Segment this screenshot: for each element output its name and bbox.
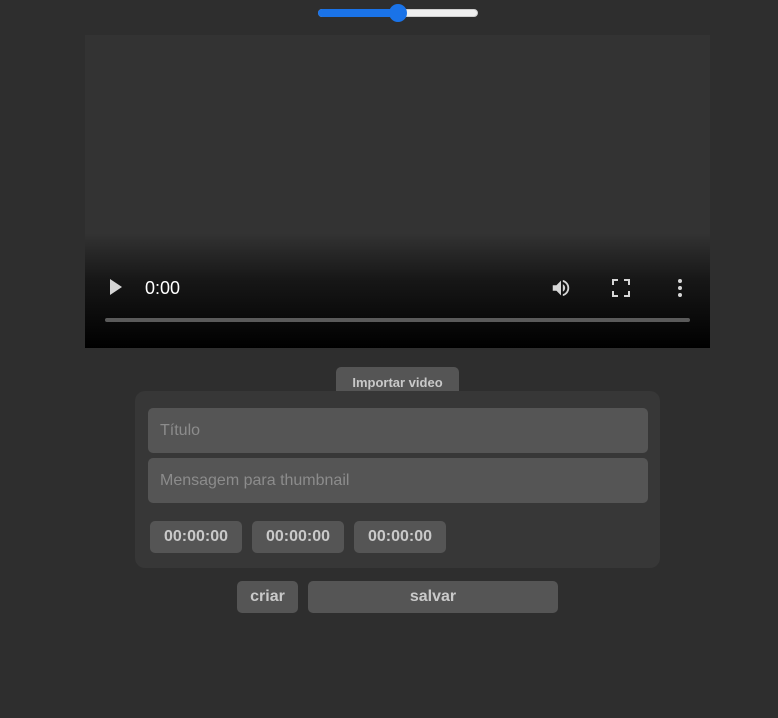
timestamp-button-1[interactable]: 00:00:00 (150, 521, 242, 553)
video-time: 0:00 (145, 278, 181, 298)
more-options-icon[interactable] (674, 278, 686, 298)
slider-fill (318, 9, 398, 17)
timestamp-button-3[interactable]: 00:00:00 (354, 521, 446, 553)
thumbnail-message-input[interactable] (148, 458, 648, 503)
video-player[interactable] (85, 35, 710, 348)
play-icon[interactable] (110, 279, 122, 295)
timestamp-button-2[interactable]: 00:00:00 (252, 521, 344, 553)
volume-icon[interactable] (550, 277, 572, 299)
save-button[interactable]: salvar (308, 581, 558, 613)
zoom-slider[interactable] (318, 4, 478, 22)
create-button[interactable]: criar (237, 581, 298, 613)
slider-thumb[interactable] (389, 4, 407, 22)
video-progress-bar[interactable] (105, 318, 690, 322)
title-input[interactable] (148, 408, 648, 453)
fullscreen-icon[interactable] (612, 279, 630, 297)
